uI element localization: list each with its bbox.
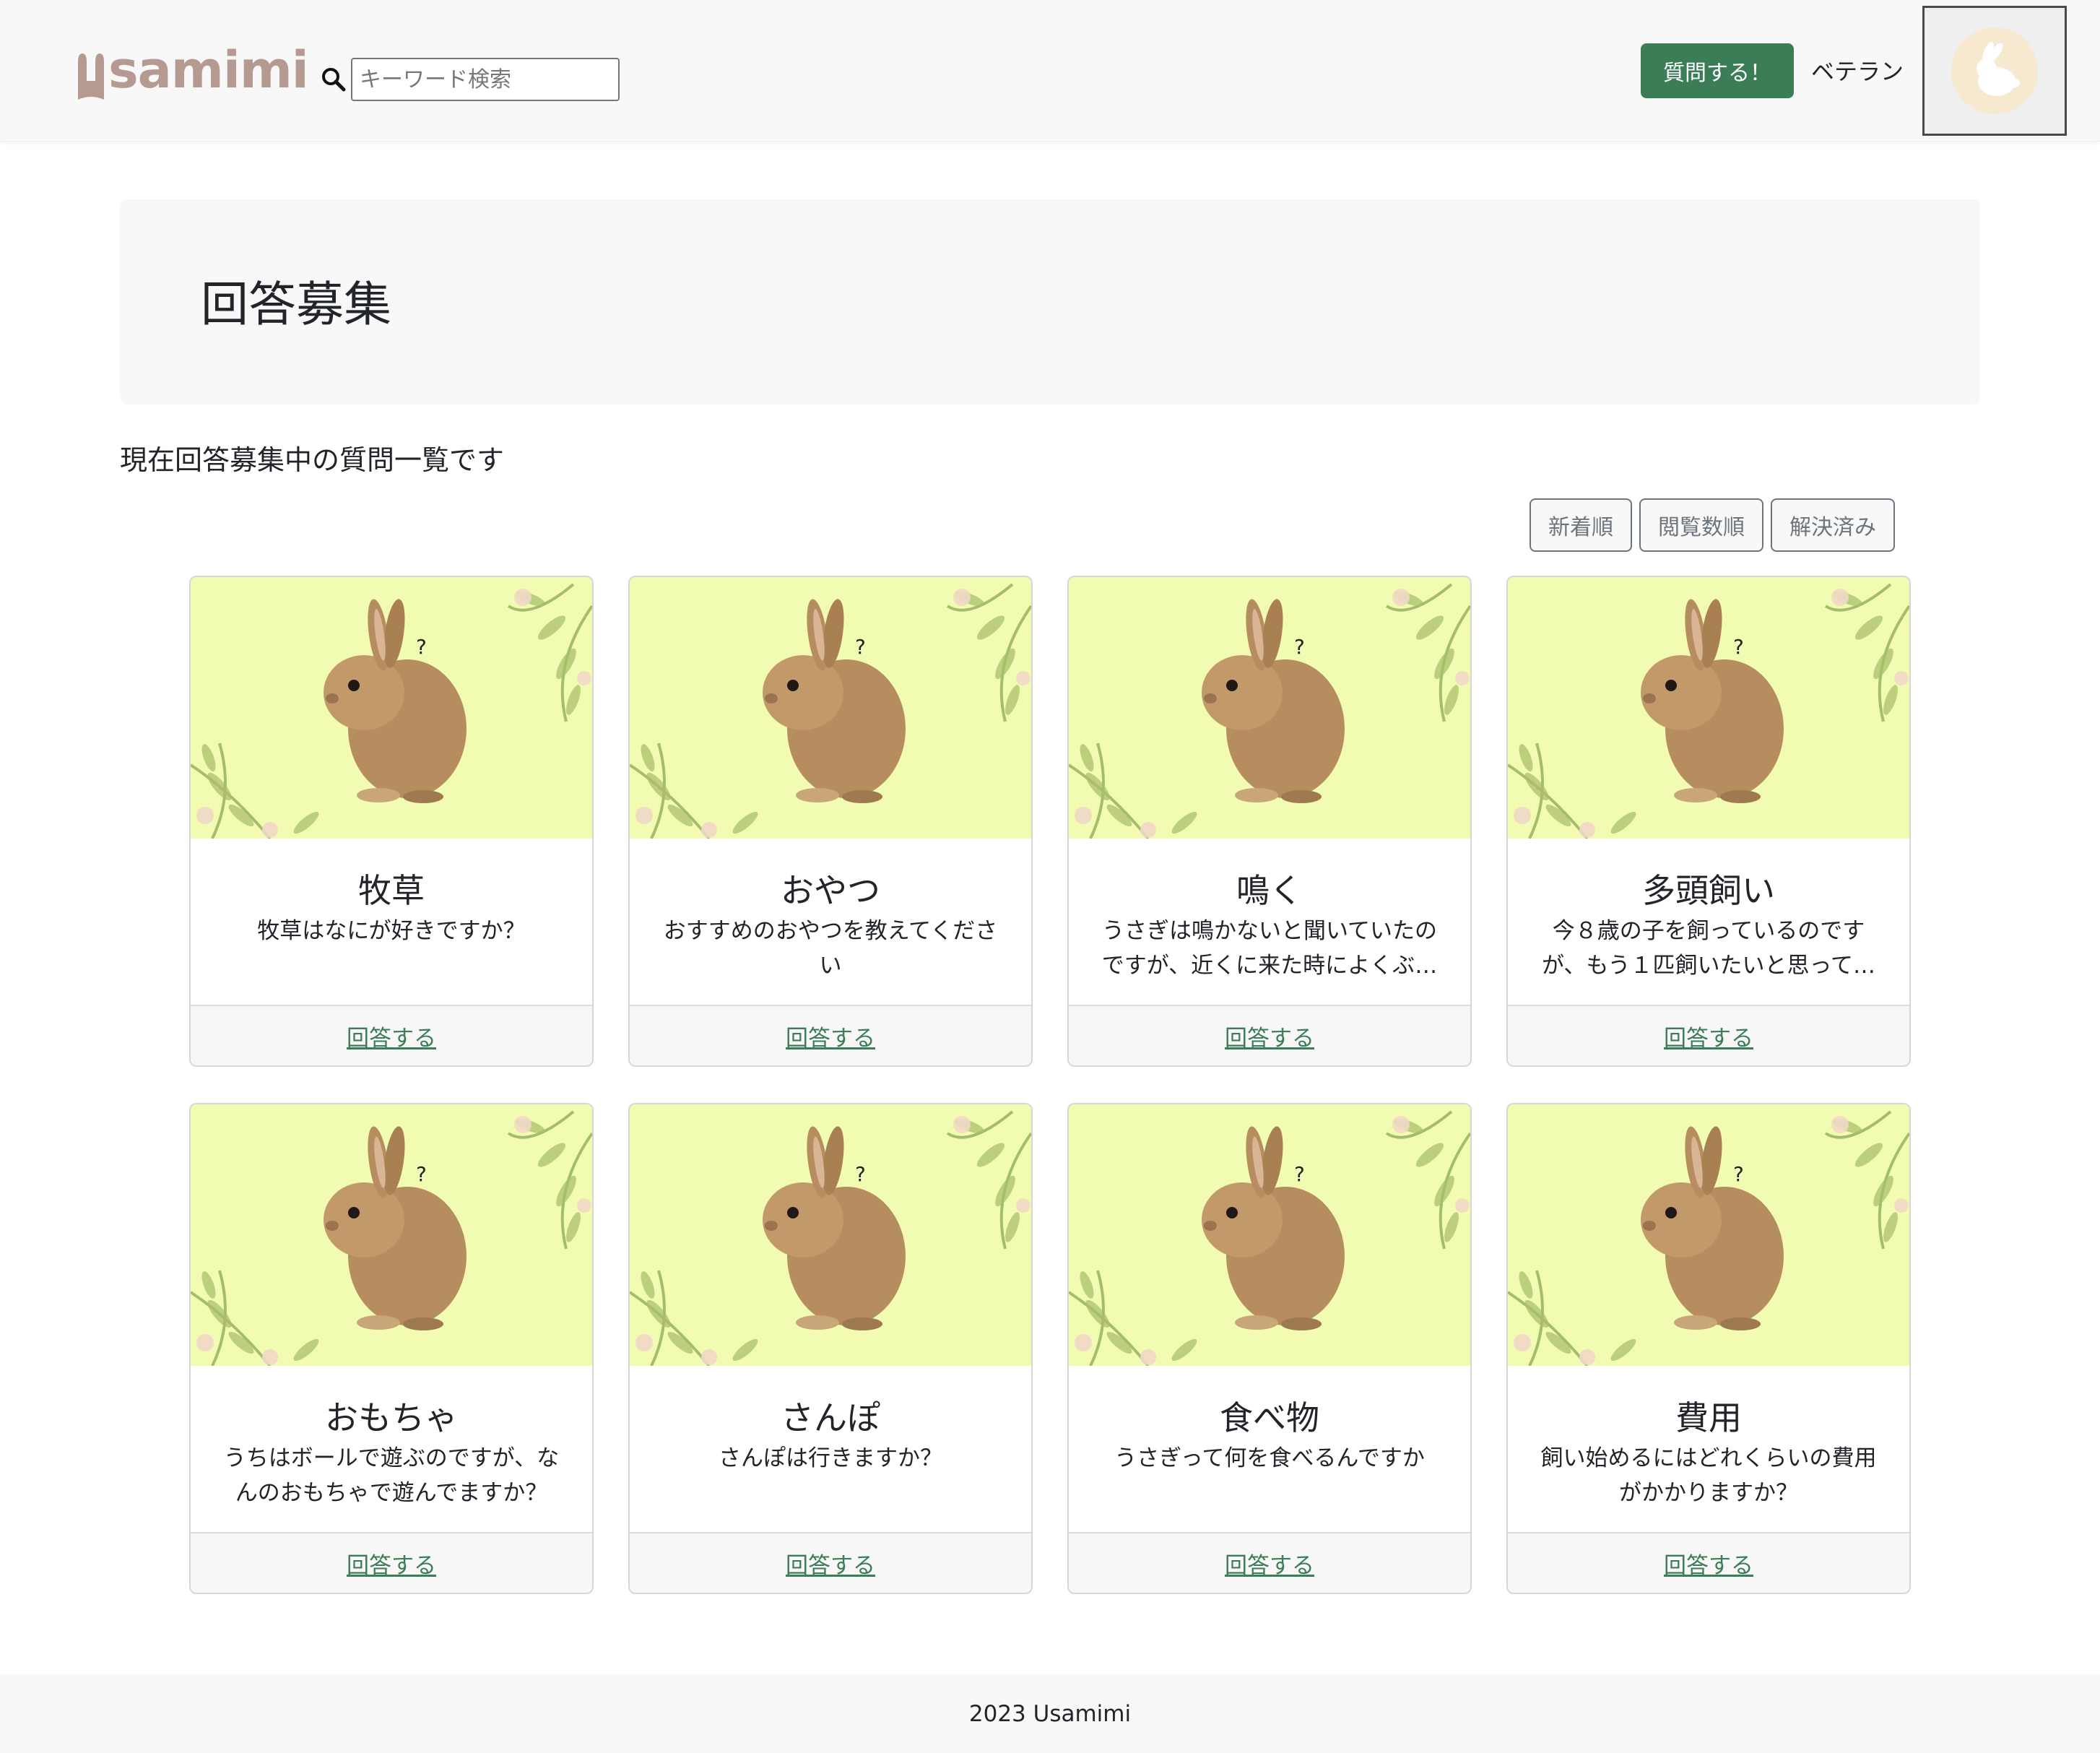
user-name[interactable]: ベテラン (1811, 53, 1904, 87)
sort-button-group: 新着順 閲覧数順 解決済み (1530, 498, 1895, 552)
rabbit-icon (1977, 41, 2020, 96)
rabbit-question-illustration: ? (191, 577, 592, 839)
card-footer: 回答する (191, 1532, 592, 1593)
lead-text: 現在回答募集中の質問一覧です (120, 444, 505, 476)
avatar-circle (1951, 27, 2038, 114)
search-icon[interactable] (321, 66, 347, 92)
navbar: samimi 質問する！ ベテラン (0, 0, 2100, 142)
search-input[interactable] (351, 58, 620, 101)
rabbit-question-illustration: ? (1069, 577, 1470, 839)
card-footer: 回答する (191, 1005, 592, 1065)
rabbit-question-illustration: ? (1508, 577, 1909, 839)
hero-banner: 回答募集 (120, 199, 1980, 404)
svg-text:?: ? (416, 635, 427, 659)
svg-text:?: ? (855, 635, 866, 659)
card-image: ? (1508, 577, 1909, 839)
card-title: おもちゃ (325, 1398, 458, 1437)
svg-text:?: ? (1294, 635, 1305, 659)
copyright-text: 2023 Usamimi (968, 1700, 1132, 1727)
svg-text:?: ? (855, 1162, 866, 1186)
rabbit-question-illustration: ? (630, 1104, 1031, 1366)
card-title: 牧草 (358, 871, 425, 910)
page-footer: 2023 Usamimi (0, 1674, 2100, 1753)
card-footer: 回答する (630, 1005, 1031, 1065)
svg-text:?: ? (1733, 635, 1744, 659)
question-card[interactable]: ? 多頭飼い 今８歳の子を飼っているのですが、もう１匹飼いたいと思っています 回… (1506, 576, 1911, 1067)
ask-question-button[interactable]: 質問する！ (1641, 43, 1794, 98)
card-text: うさぎは鳴かないと聞いていたのですが、近くに来た時によくぶーぶー鳴きます (1101, 918, 1438, 979)
card-title: 費用 (1675, 1398, 1742, 1437)
card-title: さんぽ (781, 1398, 880, 1437)
answer-link[interactable]: 回答する (1664, 1020, 1753, 1052)
card-text: うちはボールで遊ぶのですが、なんのおもちゃで遊んでますか？ (223, 1445, 560, 1506)
question-card[interactable]: ? 牧草 牧草はなにが好きですか？ 回答する (189, 576, 594, 1067)
card-image: ? (1069, 577, 1470, 839)
question-card[interactable]: ? さんぽ さんぽは行きますか？ 回答する (628, 1103, 1033, 1594)
search-bar (321, 58, 620, 101)
card-image: ? (191, 577, 592, 839)
svg-text:?: ? (1294, 1162, 1305, 1186)
question-card[interactable]: ? 鳴く うさぎは鳴かないと聞いていたのですが、近くに来た時によくぶーぶー鳴きま… (1067, 576, 1472, 1067)
answer-link[interactable]: 回答する (1225, 1547, 1314, 1580)
card-image: ? (1069, 1104, 1470, 1366)
sort-resolved-button[interactable]: 解決済み (1771, 498, 1895, 552)
card-image: ? (630, 577, 1031, 839)
logo[interactable]: samimi (75, 40, 309, 100)
card-footer: 回答する (1069, 1005, 1470, 1065)
avatar[interactable] (1922, 6, 2067, 136)
rabbit-question-illustration: ? (191, 1104, 592, 1366)
card-text: おすすめのおやつを教えてください (663, 918, 998, 979)
card-footer: 回答する (1069, 1532, 1470, 1593)
sort-newest-button[interactable]: 新着順 (1530, 498, 1632, 552)
card-text: うさぎって何を食べるんですか (1114, 1445, 1425, 1471)
sort-views-button[interactable]: 閲覧数順 (1639, 498, 1763, 552)
card-footer: 回答する (1508, 1532, 1909, 1593)
rabbit-ears-icon (75, 52, 107, 100)
answer-link[interactable]: 回答する (347, 1547, 436, 1580)
card-footer: 回答する (1508, 1005, 1909, 1065)
question-card[interactable]: ? おやつ おすすめのおやつを教えてください 回答する (628, 576, 1033, 1067)
answer-link[interactable]: 回答する (786, 1547, 875, 1580)
card-text: 飼い始めるにはどれくらいの費用がかかりますか？ (1540, 1445, 1877, 1506)
rabbit-question-illustration: ? (1069, 1104, 1470, 1366)
card-footer: 回答する (630, 1532, 1031, 1593)
question-card[interactable]: ? おもちゃ うちはボールで遊ぶのですが、なんのおもちゃで遊んでますか？ 回答す… (189, 1103, 594, 1594)
svg-text:?: ? (416, 1162, 427, 1186)
card-image: ? (1508, 1104, 1909, 1366)
logo-text: samimi (108, 40, 309, 100)
card-text: 牧草はなにが好きですか？ (257, 918, 526, 944)
card-title: おやつ (781, 871, 880, 910)
card-image: ? (191, 1104, 592, 1366)
card-title: 鳴く (1236, 871, 1303, 910)
answer-link[interactable]: 回答する (786, 1020, 875, 1052)
card-image: ? (630, 1104, 1031, 1366)
rabbit-question-illustration: ? (630, 577, 1031, 839)
svg-text:?: ? (1733, 1162, 1744, 1186)
page-title: 回答募集 (201, 277, 391, 332)
rabbit-question-illustration: ? (1508, 1104, 1909, 1366)
question-card[interactable]: ? 食べ物 うさぎって何を食べるんですか 回答する (1067, 1103, 1472, 1594)
card-text: 今８歳の子を飼っているのですが、もう１匹飼いたいと思っています (1542, 918, 1875, 979)
answer-link[interactable]: 回答する (1664, 1547, 1753, 1580)
card-title: 多頭飼い (1642, 871, 1775, 910)
answer-link[interactable]: 回答する (347, 1020, 436, 1052)
card-text: さんぽは行きますか？ (719, 1445, 942, 1471)
question-card[interactable]: ? 費用 飼い始めるにはどれくらいの費用がかかりますか？ 回答する (1506, 1103, 1911, 1594)
card-title: 食べ物 (1220, 1398, 1319, 1437)
answer-link[interactable]: 回答する (1225, 1020, 1314, 1052)
